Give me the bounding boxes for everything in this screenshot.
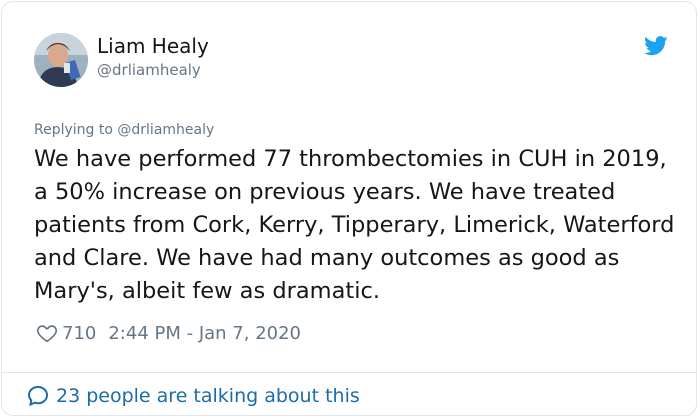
author-name[interactable]: Liam Healy xyxy=(97,34,209,58)
replying-prefix: Replying to xyxy=(34,122,118,138)
speech-bubble-icon xyxy=(27,385,49,407)
twitter-bird-icon[interactable] xyxy=(644,36,668,56)
avatar[interactable] xyxy=(34,33,88,87)
timestamp[interactable]: 2:44 PM - Jan 7, 2020 xyxy=(108,323,301,344)
replying-handle-link[interactable]: @drliamhealy xyxy=(117,122,214,138)
conversation-link[interactable]: 23 people are talking about this xyxy=(26,382,360,410)
like-count[interactable]: 710 xyxy=(62,323,96,344)
tweet-card: Liam Healy @drliamhealy Replying to @drl… xyxy=(1,1,697,416)
avatar-image xyxy=(34,33,88,87)
divider xyxy=(2,372,696,373)
tweet-meta: 710 2:44 PM - Jan 7, 2020 xyxy=(36,320,301,346)
heart-icon[interactable] xyxy=(36,322,58,344)
conversation-label: 23 people are talking about this xyxy=(56,385,360,407)
tweet-text: We have performed 77 thrombectomies in C… xyxy=(34,146,675,304)
replying-to: Replying to @drliamhealy xyxy=(34,122,214,138)
author-handle[interactable]: @drliamhealy xyxy=(97,61,201,79)
